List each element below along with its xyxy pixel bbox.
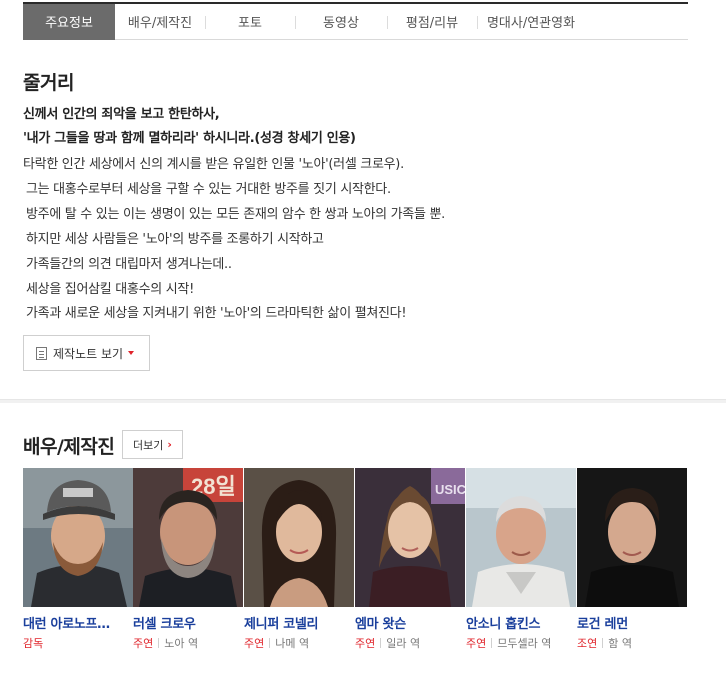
synopsis-bold-line: 신께서 인간의 죄악을 보고 한탄하사, (23, 107, 220, 122)
tab-video[interactable]: 동영상 (295, 4, 387, 40)
cast-item-russell-crowe[interactable]: 28일 러셀 크로우 주연 노아 역 (133, 468, 243, 651)
chevron-right-icon: › (167, 438, 172, 451)
cast-item-jennifer-connelly[interactable]: 제니퍼 코넬리 주연 나메 역 (244, 468, 354, 651)
production-notes-button[interactable]: 제작노트 보기 (23, 335, 150, 371)
character-name: 노아 역 (164, 637, 199, 650)
cast-item-director[interactable]: 대런 아로노프… 감독 (23, 468, 133, 651)
synopsis-line: 세상을 집어삼킬 대홍수의 시작! (26, 282, 194, 297)
tab-quotes-related[interactable]: 명대사/연관영화 (477, 4, 585, 40)
tab-cast-crew[interactable]: 배우/제작진 (115, 4, 205, 40)
tab-ratings-reviews[interactable]: 평점/리뷰 (387, 4, 477, 40)
synopsis-line: 타락한 인간 세상에서 신의 계시를 받은 유일한 인물 '노아'(러셀 크로우… (23, 157, 404, 172)
section-divider (0, 399, 726, 403)
character-name: 나메 역 (275, 637, 310, 650)
main-tab-bar: 주요정보 배우/제작진 포토 동영상 평점/리뷰 명대사/연관영화 (23, 2, 688, 40)
person-role: 주연 나메 역 (244, 635, 354, 651)
cast-list: 대런 아로노프… 감독 28일 러셀 크로우 주연 노아 역 제니퍼 코넬리 주… (23, 468, 688, 658)
cast-item-anthony-hopkins[interactable]: 안소니 홉킨스 주연 므두셀라 역 (466, 468, 576, 651)
production-notes-label: 제작노트 보기 (53, 346, 124, 361)
person-photo[interactable] (577, 468, 687, 607)
person-name[interactable]: 제니퍼 코넬리 (244, 613, 354, 632)
role-type: 주연 (244, 637, 265, 650)
person-name[interactable]: 엠마 왓슨 (355, 613, 465, 632)
caret-down-icon (128, 351, 135, 355)
role-type: 주연 (466, 637, 487, 650)
cast-item-logan-lerman[interactable]: 로건 레먼 조연 함 역 (577, 468, 687, 651)
svg-text:USIC: USIC (435, 482, 465, 497)
role-type: 감독 (23, 637, 44, 650)
tab-photo[interactable]: 포토 (205, 4, 295, 40)
person-role: 조연 함 역 (577, 635, 687, 651)
person-photo[interactable] (244, 468, 354, 607)
character-name: 함 역 (608, 637, 632, 650)
document-icon (36, 346, 47, 360)
role-separator (158, 638, 160, 648)
cast-more-button[interactable]: 더보기 › (122, 430, 183, 459)
role-type: 주연 (355, 637, 376, 650)
tab-main-info[interactable]: 주요정보 (23, 3, 115, 40)
role-type: 주연 (133, 637, 154, 650)
person-photo[interactable] (466, 468, 576, 607)
person-role: 감독 (23, 635, 133, 651)
person-photo[interactable] (23, 468, 133, 607)
synopsis-bold-line: '내가 그들을 땅과 함께 멸하리라' 하시니라.(성경 창세기 인용) (23, 131, 356, 146)
person-role: 주연 일라 역 (355, 635, 465, 651)
synopsis-line: 가족들간의 의견 대립마저 생겨나는데.. (26, 257, 232, 272)
person-name[interactable]: 러셀 크로우 (133, 613, 243, 632)
person-name[interactable]: 대런 아로노프… (23, 613, 133, 632)
synopsis-line: 그는 대홍수로부터 세상을 구할 수 있는 거대한 방주를 짓기 시작한다. (26, 182, 391, 197)
cast-section-title: 배우/제작진 (23, 436, 115, 458)
cast-more-label: 더보기 (133, 438, 164, 452)
person-role: 주연 므두셀라 역 (466, 635, 576, 651)
synopsis-title: 줄거리 (23, 72, 74, 94)
person-name[interactable]: 로건 레먼 (577, 613, 687, 632)
synopsis-line: 하지만 세상 사람들은 '노아'의 방주를 조롱하기 시작하고 (26, 232, 324, 247)
role-separator (491, 638, 493, 648)
person-photo[interactable]: USIC (355, 468, 465, 607)
role-separator (380, 638, 382, 648)
role-separator (602, 638, 604, 648)
person-name[interactable]: 안소니 홉킨스 (466, 613, 576, 632)
person-photo[interactable]: 28일 (133, 468, 243, 607)
role-separator (269, 638, 271, 648)
cast-item-emma-watson[interactable]: USIC 엠마 왓슨 주연 일라 역 (355, 468, 465, 651)
role-type: 조연 (577, 637, 598, 650)
synopsis-line: 방주에 탈 수 있는 이는 생명이 있는 모든 존재의 암수 한 쌍과 노아의 … (26, 207, 445, 222)
synopsis-line: 가족과 새로운 세상을 지켜내기 위한 '노아'의 드라마틱한 삶이 펼쳐진다! (26, 306, 407, 321)
character-name: 일라 역 (386, 637, 421, 650)
character-name: 므두셀라 역 (497, 637, 552, 650)
person-role: 주연 노아 역 (133, 635, 243, 651)
